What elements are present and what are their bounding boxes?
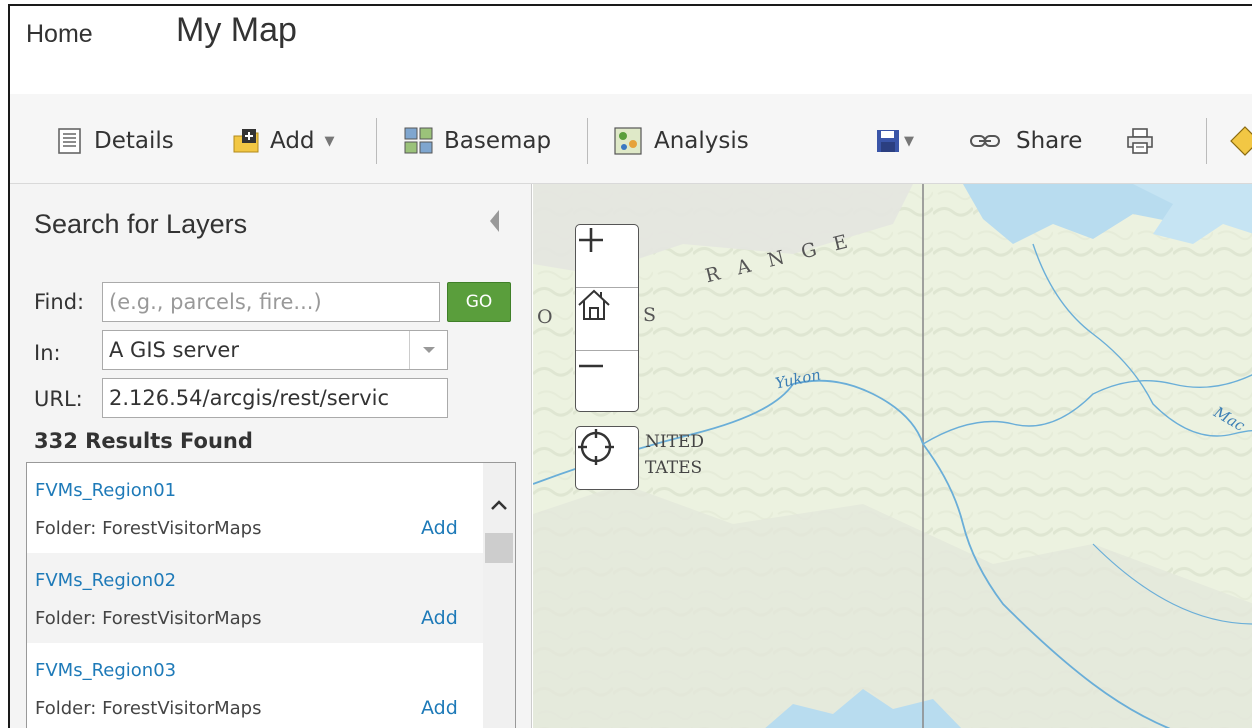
zoom-out-button[interactable] <box>576 351 638 413</box>
result-folder: Folder: ForestVisitorMaps <box>35 698 262 719</box>
collapse-panel-icon[interactable] <box>490 210 499 232</box>
source-select-value: A GIS server <box>109 338 239 362</box>
print-icon <box>1127 128 1153 154</box>
result-folder: Folder: ForestVisitorMaps <box>35 608 262 629</box>
result-name[interactable]: FVMs_Region03 <box>35 660 176 681</box>
toolbar-separator <box>1206 118 1207 164</box>
find-input[interactable]: (e.g., parcels, fire...) <box>102 282 440 322</box>
crosshair-icon <box>578 429 614 465</box>
source-select[interactable]: A GIS server <box>102 330 448 370</box>
analysis-button[interactable]: Analysis <box>614 124 749 158</box>
map-label: O <box>537 306 561 328</box>
share-link-icon <box>970 135 1000 147</box>
results-list: FVMs_Region01 Folder: ForestVisitorMaps … <box>26 462 516 728</box>
list-item: FVMs_Region01 Folder: ForestVisitorMaps … <box>27 463 483 553</box>
scroll-up-icon[interactable] <box>483 493 515 517</box>
list-item: FVMs_Region03 Folder: ForestVisitorMaps … <box>27 643 483 728</box>
url-input[interactable]: 2.126.54/arcgis/rest/servic <box>102 378 448 418</box>
add-layer-icon <box>233 129 259 153</box>
directions-button[interactable] <box>1230 124 1252 158</box>
plus-icon <box>579 228 603 252</box>
find-label: Find: <box>34 290 85 314</box>
header: Home My Map <box>10 6 1252 94</box>
details-button[interactable]: Details <box>58 124 174 158</box>
url-label: URL: <box>34 387 83 411</box>
map-label: S <box>643 304 657 326</box>
result-name[interactable]: FVMs_Region01 <box>35 480 176 501</box>
share-button[interactable]: Share <box>970 124 1082 158</box>
toolbar-separator <box>587 118 588 164</box>
home-link[interactable]: Home <box>26 20 93 49</box>
panel-title: Search for Layers <box>34 209 248 239</box>
default-extent-button[interactable] <box>576 288 638 350</box>
basemap-gallery-icon <box>404 127 433 154</box>
add-layer-link[interactable]: Add <box>421 517 458 539</box>
save-icon <box>877 130 899 152</box>
result-name[interactable]: FVMs_Region02 <box>35 570 176 591</box>
add-dropdown-icon: ▼ <box>324 133 335 149</box>
basemap-button[interactable]: Basemap <box>404 124 551 158</box>
print-button[interactable] <box>1126 124 1154 158</box>
save-dropdown-icon: ▼ <box>904 133 914 149</box>
share-label: Share <box>1016 128 1083 154</box>
toolbar-separator <box>376 118 377 164</box>
go-button[interactable]: GO <box>447 282 511 322</box>
in-label: In: <box>34 341 61 365</box>
chevron-down-icon <box>409 331 447 369</box>
home-icon <box>578 289 610 320</box>
scroll-thumb[interactable] <box>485 533 513 563</box>
map-view[interactable]: O S R A N G E Yukon NITED TATES Mac <box>533 184 1252 728</box>
locate-button[interactable] <box>575 426 639 490</box>
list-item: FVMs_Region02 Folder: ForestVisitorMaps … <box>27 553 483 643</box>
app-frame: Home My Map Details Add ▼ Basemap Analys… <box>8 4 1252 728</box>
analysis-label: Analysis <box>654 128 749 154</box>
results-count: 332 Results Found <box>34 429 253 453</box>
minus-icon <box>579 364 603 368</box>
basemap-terrain <box>533 184 1252 728</box>
add-button[interactable]: Add ▼ <box>232 124 335 158</box>
directions-icon <box>1230 126 1252 156</box>
basemap-label: Basemap <box>444 128 552 154</box>
save-button[interactable]: ▼ <box>876 124 914 158</box>
search-layers-panel: Search for Layers Find: (e.g., parcels, … <box>10 184 532 728</box>
zoom-controls <box>575 224 639 412</box>
map-label: NITED <box>645 432 704 452</box>
result-folder: Folder: ForestVisitorMaps <box>35 518 262 539</box>
map-label: TATES <box>645 458 703 478</box>
results-scrollbar[interactable] <box>483 463 515 728</box>
details-label: Details <box>94 128 174 154</box>
add-layer-link[interactable]: Add <box>421 607 458 629</box>
add-layer-link[interactable]: Add <box>421 697 458 719</box>
details-icon <box>58 128 81 154</box>
analysis-icon <box>614 127 642 155</box>
zoom-in-button[interactable] <box>576 225 638 287</box>
add-label: Add <box>270 128 315 154</box>
map-title: My Map <box>176 11 297 49</box>
